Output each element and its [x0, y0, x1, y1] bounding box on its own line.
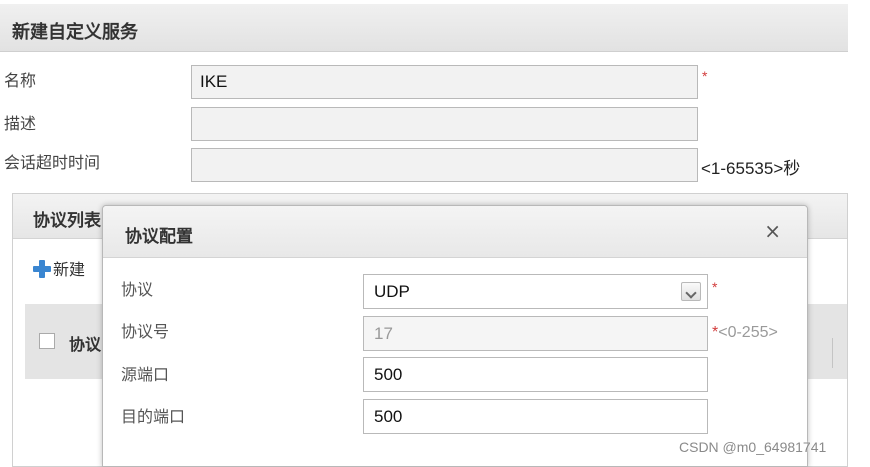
dialog-title: 协议配置 [125, 227, 193, 247]
timeout-field[interactable] [191, 148, 698, 182]
protocol-select[interactable]: UDP [363, 274, 708, 309]
panel-title: 新建自定义服务 [12, 22, 138, 43]
protocol-config-dialog: 协议配置 × 协议 UDP * 协议号 17 *<0-255> 源端口 500 … [102, 205, 808, 467]
description-field[interactable] [191, 107, 698, 141]
panel-header: 新建自定义服务 [0, 4, 848, 52]
protocol-list-title: 协议列表 [33, 211, 101, 231]
chevron-down-icon[interactable] [681, 282, 701, 301]
name-label: 名称 [4, 71, 37, 90]
column-divider [832, 338, 833, 368]
protocol-label: 协议 [121, 280, 154, 299]
watermark: CSDN @m0_64981741 [679, 439, 827, 455]
description-label: 描述 [4, 114, 37, 133]
name-required-mark: * [702, 68, 708, 84]
dest-port-field[interactable]: 500 [363, 399, 708, 434]
timeout-range-hint: <1-65535>秒 [701, 159, 801, 178]
column-protocol: 协议 [69, 335, 102, 354]
source-port-label: 源端口 [121, 365, 170, 384]
new-protocol-label: 新建 [53, 260, 86, 279]
plus-icon [33, 260, 51, 278]
dialog-header: 协议配置 × [103, 206, 807, 258]
source-port-field[interactable]: 500 [363, 357, 708, 392]
new-protocol-button[interactable]: 新建 [33, 256, 85, 280]
dest-port-label: 目的端口 [121, 407, 186, 426]
protocol-selected-value: UDP [374, 282, 410, 301]
name-field[interactable]: IKE [191, 65, 698, 99]
protocol-number-label: 协议号 [121, 322, 170, 341]
close-icon[interactable]: × [764, 219, 781, 243]
select-all-checkbox[interactable] [39, 333, 55, 349]
protocol-number-range: <0-255> [718, 324, 778, 341]
protocol-required-mark: * [712, 279, 718, 295]
protocol-number-field: 17 [363, 316, 708, 351]
timeout-label: 会话超时时间 [4, 153, 101, 172]
protocol-number-hint: *<0-255> [712, 324, 778, 341]
